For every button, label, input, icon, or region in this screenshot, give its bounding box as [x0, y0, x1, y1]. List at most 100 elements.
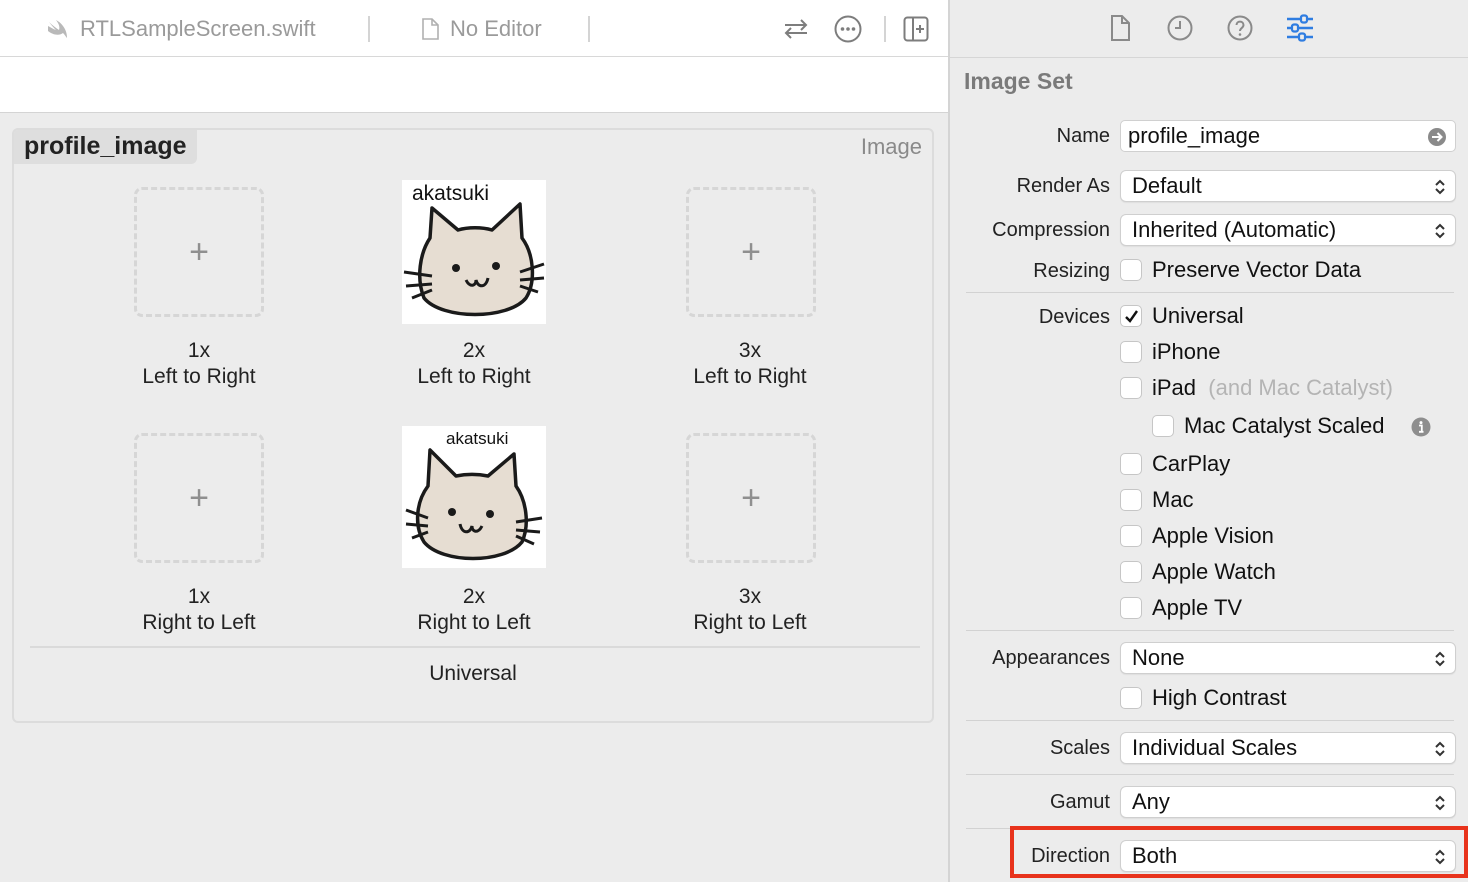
high-contrast-label: High Contrast: [1152, 685, 1287, 710]
slot-2x-ltr[interactable]: akatsuki: [402, 180, 546, 324]
tab-label: RTLSampleScreen.swift: [80, 16, 316, 41]
attributes-inspector: Image Set Name profile_image Render As D…: [950, 0, 1468, 882]
gamut-label: Gamut: [1049, 791, 1110, 813]
apple-tv-label: Apple TV: [1152, 595, 1243, 620]
apple-watch-checkbox[interactable]: [1120, 561, 1142, 583]
iphone-label: iPhone: [1152, 339, 1221, 364]
scales-label: Scales: [1049, 737, 1110, 759]
cat-face-image: [403, 202, 545, 317]
apple-tv-checkbox[interactable]: [1120, 597, 1142, 619]
apple-vision-checkbox[interactable]: [1120, 525, 1142, 547]
apple-watch-label: Apple Watch: [1152, 559, 1276, 584]
compression-label: Compression: [992, 219, 1110, 241]
name-field[interactable]: profile_image: [1120, 120, 1456, 152]
slot-label: 3x Left to Right: [693, 339, 807, 388]
chevron-updown-icon: [1435, 795, 1445, 811]
swift-icon: [48, 20, 67, 38]
name-label: Name: [1056, 125, 1110, 147]
appearances-value: None: [1132, 645, 1185, 670]
preserve-vector-checkbox[interactable]: [1120, 259, 1142, 281]
compression-value: Inherited (Automatic): [1132, 217, 1337, 242]
ipad-label: iPad (and Mac Catalyst): [1152, 375, 1393, 400]
scales-value: Individual Scales: [1132, 735, 1298, 760]
swap-arrows-icon[interactable]: [780, 13, 812, 45]
devices-label: Devices: [1038, 306, 1110, 328]
device-group-label: Universal: [429, 662, 517, 685]
iphone-checkbox[interactable]: [1120, 341, 1142, 363]
section-separator: [966, 630, 1454, 631]
tab-divider: [368, 16, 370, 42]
image-set-kind: Image: [860, 134, 922, 159]
section-separator: [966, 774, 1454, 775]
section-separator: [966, 720, 1454, 721]
info-icon[interactable]: [1411, 417, 1431, 437]
chevron-updown-icon: [1435, 741, 1445, 757]
tab-divider: [588, 16, 590, 42]
group-divider: [30, 646, 920, 648]
slot-2x-rtl[interactable]: akatsuki: [402, 426, 546, 568]
gamut-popup[interactable]: Any: [1120, 786, 1456, 818]
tab-label: No Editor: [450, 16, 542, 41]
direction-highlight-box: [1010, 826, 1468, 878]
compression-popup[interactable]: Inherited (Automatic): [1120, 214, 1456, 246]
chevron-updown-icon: [1435, 651, 1445, 667]
gamut-value: Any: [1132, 789, 1170, 814]
section-separator: [966, 292, 1454, 293]
slot-label: 1x Right to Left: [142, 585, 256, 634]
add-editor-icon[interactable]: [900, 13, 932, 45]
mac-label: Mac: [1152, 487, 1194, 512]
apple-vision-label: Apple Vision: [1152, 523, 1274, 548]
add-icon: +: [189, 478, 209, 517]
universal-checkbox[interactable]: [1120, 305, 1142, 327]
render-as-value: Default: [1132, 173, 1202, 198]
slot-label: 2x Right to Left: [417, 585, 531, 634]
chevron-updown-icon: [1435, 223, 1445, 239]
image-set-box: profile_image Image + akatsuki + 1x Left …: [12, 128, 934, 723]
image-set-name[interactable]: profile_image: [14, 130, 197, 164]
ellipsis-circle-icon[interactable]: [832, 13, 864, 45]
add-icon: +: [189, 232, 209, 271]
add-icon: +: [741, 478, 761, 517]
ipad-suffix: (and Mac Catalyst): [1208, 375, 1393, 400]
mac-catalyst-scaled-label: Mac Catalyst Scaled: [1184, 413, 1385, 438]
add-icon: +: [741, 232, 761, 271]
inspector-title: Image Set: [964, 68, 1073, 94]
appearances-popup[interactable]: None: [1120, 642, 1456, 674]
render-as-popup[interactable]: Default: [1120, 170, 1456, 202]
carplay-checkbox[interactable]: [1120, 453, 1142, 475]
slot-label: 3x Right to Left: [693, 585, 807, 634]
tab-rtlsamplescreen[interactable]: RTLSampleScreen.swift: [46, 14, 316, 44]
inspector-tab-bar: [950, 0, 1468, 57]
tab-no-editor[interactable]: No Editor: [420, 14, 542, 44]
slot-1x-rtl[interactable]: +: [134, 433, 264, 563]
slot-3x-rtl[interactable]: +: [686, 433, 816, 563]
render-as-label: Render As: [1016, 175, 1110, 197]
slot-label: 2x Left to Right: [417, 339, 531, 388]
attributes-sliders-icon[interactable]: [1284, 12, 1316, 44]
carplay-label: CarPlay: [1152, 451, 1231, 476]
scales-popup[interactable]: Individual Scales: [1120, 732, 1456, 764]
inspector-tab-separator: [950, 57, 1468, 58]
editor-jump-bar: [0, 57, 948, 113]
document-icon: [422, 18, 439, 40]
help-icon[interactable]: [1224, 12, 1256, 44]
cat-face-image-flipped: [405, 448, 543, 561]
file-icon[interactable]: [1104, 12, 1136, 44]
appearances-label: Appearances: [992, 647, 1110, 669]
ipad-checkbox[interactable]: [1120, 377, 1142, 399]
universal-label: Universal: [1152, 303, 1244, 328]
preserve-vector-label: Preserve Vector Data: [1152, 257, 1362, 282]
go-arrow-icon[interactable]: [1427, 127, 1447, 147]
mac-checkbox[interactable]: [1120, 489, 1142, 511]
chevron-updown-icon: [1435, 179, 1445, 195]
slot-3x-ltr[interactable]: +: [686, 187, 816, 317]
name-value: profile_image: [1128, 123, 1261, 148]
slot-1x-ltr[interactable]: +: [134, 187, 264, 317]
checkmark-icon: [1125, 310, 1138, 323]
asset-editor: RTLSampleScreen.swift No Editor profile_…: [0, 0, 948, 882]
history-clock-icon[interactable]: [1164, 12, 1196, 44]
high-contrast-checkbox[interactable]: [1120, 687, 1142, 709]
toolbar-divider: [884, 16, 886, 42]
mac-catalyst-scaled-checkbox[interactable]: [1152, 415, 1174, 437]
slot-label: 1x Left to Right: [142, 339, 256, 388]
